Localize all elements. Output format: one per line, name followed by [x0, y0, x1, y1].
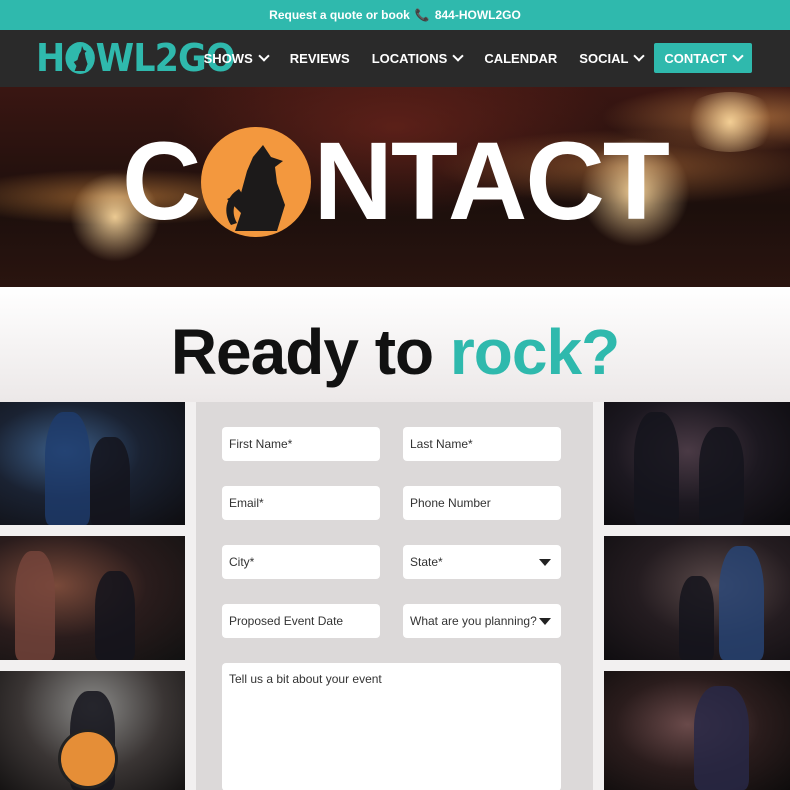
contact-form: First Name* Last Name* Email* Phone Numb…: [196, 402, 593, 790]
headline-band: Ready to rock?: [0, 287, 790, 402]
phone-placeholder: Phone Number: [410, 496, 491, 510]
event-message-textarea[interactable]: Tell us a bit about your event: [222, 663, 561, 790]
heading-accent: rock?: [449, 316, 620, 388]
nav-locations-label: LOCATIONS: [371, 50, 448, 66]
band-photo-guitarist: [0, 402, 185, 525]
site-header: H WL2GO SHOWS REVIEWS LOCATIONS CALENDAR…: [0, 30, 790, 87]
nav-reviews[interactable]: REVIEWS: [279, 43, 361, 73]
event-date-placeholder: Proposed Event Date: [229, 614, 344, 628]
email-field[interactable]: Email*: [222, 486, 380, 520]
email-placeholder: Email*: [229, 496, 264, 510]
phone-icon: 📞: [414, 8, 430, 22]
dropdown-arrow-icon: [539, 558, 551, 566]
band-photo-keyboardist: [604, 402, 790, 525]
planning-select[interactable]: What are you planning?: [403, 604, 561, 638]
message-placeholder: Tell us a bit about your event: [229, 672, 382, 686]
nav-shows[interactable]: SHOWS: [193, 43, 279, 73]
event-date-field[interactable]: Proposed Event Date: [222, 604, 380, 638]
announcement-bar: Request a quote or book 📞 844-HOWL2GO: [0, 0, 790, 30]
state-select[interactable]: State*: [403, 545, 561, 579]
performer-figure: [45, 412, 90, 525]
performer-figure: [90, 437, 130, 525]
band-photo-singer: [604, 671, 790, 790]
band-photo-keytar: [604, 536, 790, 660]
planning-placeholder: What are you planning?: [410, 614, 537, 628]
nav-social-label: SOCIAL: [579, 50, 629, 66]
bass-drum-logo: [58, 729, 118, 789]
phone-field[interactable]: Phone Number: [403, 486, 561, 520]
page-heading: Ready to rock?: [0, 315, 790, 389]
performer-figure: [95, 571, 135, 660]
last-name-placeholder: Last Name*: [410, 437, 473, 451]
performer-figure: [699, 427, 744, 525]
nav-contact[interactable]: CONTACT: [654, 43, 752, 73]
performer-figure: [719, 546, 764, 660]
performer-figure: [634, 412, 679, 525]
phone-link[interactable]: 844-HOWL2GO: [435, 8, 521, 22]
chevron-down-icon: [452, 49, 464, 62]
first-name-placeholder: First Name*: [229, 437, 293, 451]
state-placeholder: State*: [410, 555, 443, 569]
logo-text-left: H: [36, 36, 65, 80]
city-field[interactable]: City*: [222, 545, 380, 579]
first-name-field[interactable]: First Name*: [222, 427, 380, 461]
chevron-down-icon: [732, 49, 744, 62]
main-nav: SHOWS REVIEWS LOCATIONS CALENDAR SOCIAL …: [193, 43, 752, 73]
nav-calendar[interactable]: CALENDAR: [473, 43, 568, 73]
hero-title-left: C: [122, 120, 201, 243]
nav-reviews-label: REVIEWS: [289, 50, 350, 66]
chevron-down-icon: [633, 49, 646, 62]
performer-figure: [15, 551, 55, 660]
heading-plain: Ready to: [170, 316, 450, 388]
band-photo-drummer: [0, 671, 185, 790]
last-name-field[interactable]: Last Name*: [403, 427, 561, 461]
nav-contact-label: CONTACT: [664, 50, 727, 66]
hero-banner: C NTACT: [0, 87, 790, 287]
hero-title: C NTACT: [0, 127, 790, 237]
chevron-down-icon: [258, 49, 270, 62]
nav-shows-label: SHOWS: [203, 50, 253, 66]
nav-calendar-label: CALENDAR: [484, 50, 558, 66]
howling-wolf-icon: [65, 42, 95, 74]
band-photo-stage: [0, 536, 185, 660]
performer-figure: [679, 576, 714, 660]
dropdown-arrow-icon: [539, 617, 551, 625]
nav-locations[interactable]: LOCATIONS: [361, 43, 474, 73]
performer-figure: [694, 686, 749, 790]
hero-title-right: NTACT: [313, 120, 670, 243]
announcement-text: Request a quote or book: [269, 8, 410, 22]
nav-social[interactable]: SOCIAL: [568, 43, 654, 73]
howling-wolf-icon: [201, 127, 312, 237]
city-placeholder: City*: [229, 555, 255, 569]
